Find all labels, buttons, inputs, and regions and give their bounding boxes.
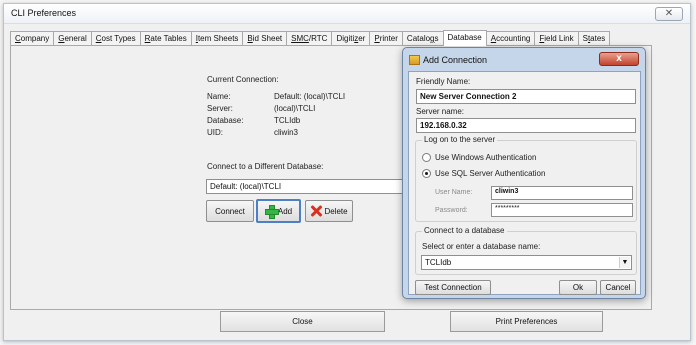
plus-icon (264, 205, 279, 219)
tab-label-part: Digiti (336, 34, 355, 43)
tab-bid-sheet[interactable]: Bid Sheet (242, 31, 288, 45)
server-label: Server: (207, 104, 233, 113)
close-icon: ✕ (664, 8, 674, 19)
windows-auth-label: Use Windows Authentication (435, 153, 537, 162)
window-title: CLI Preferences (11, 8, 77, 18)
window-close-button[interactable]: ✕ (655, 7, 683, 21)
title-bar: CLI Preferences ✕ (4, 4, 690, 24)
tab-strip: Company General Cost Types Rate Tables Item … (10, 30, 611, 46)
database-value: TCLIdb (274, 116, 301, 125)
uid-label: UID: (207, 128, 223, 137)
tab-label-part: eneral (64, 34, 87, 43)
database-group-title: Connect to a database (422, 226, 507, 235)
tab-item-sheets[interactable]: Item Sheets (190, 31, 244, 45)
close-button[interactable]: Close (220, 311, 385, 332)
db-select[interactable]: TCLIdb ▼ (421, 255, 632, 270)
tab-label-part: tem Sheets (197, 34, 239, 43)
delete-label: Delete (324, 206, 348, 216)
ok-label: Ok (572, 283, 584, 292)
connect-different-label: Connect to a Different Database: (207, 162, 324, 171)
tab-database[interactable]: Database (442, 30, 487, 46)
dialog-body: Friendly Name: New Server Connection 2 S… (408, 71, 641, 295)
tab-smc-rtc[interactable]: SMC/RTC (286, 31, 333, 45)
tab-company[interactable]: Company (10, 31, 55, 45)
tab-label-part: ate Tables (150, 34, 187, 43)
password-label: Password: (435, 207, 468, 214)
print-preferences-label: Print Preferences (495, 317, 558, 326)
tab-mnemonic: SMC (291, 34, 309, 43)
print-preferences-button[interactable]: Print Preferences (450, 311, 603, 332)
cancel-button[interactable]: Cancel (600, 280, 636, 295)
connect-button[interactable]: Connect (206, 200, 254, 222)
tab-label-part: ccounting (496, 34, 531, 43)
server-value: (local)\TCLI (274, 104, 316, 113)
ok-button[interactable]: Ok (559, 280, 597, 295)
add-button[interactable]: Add (256, 199, 301, 223)
tab-states[interactable]: States (577, 31, 611, 45)
tab-label-part: er (358, 34, 366, 43)
close-icon: x (616, 53, 622, 64)
tab-cost-types[interactable]: Cost Types (90, 31, 141, 45)
dialog-title: Add Connection (423, 55, 488, 65)
server-name-label: Server name: (416, 107, 465, 116)
tab-label-part: s (434, 34, 439, 43)
tab-label-part: ost Types (101, 34, 136, 43)
tab-label-part: id Sheet (252, 34, 283, 43)
dialog-close-button[interactable]: x (599, 52, 639, 66)
password-input[interactable]: ********* (491, 203, 633, 217)
connection-select[interactable]: Default: (local)\TCLI (206, 179, 406, 194)
tab-label-part: rinter (379, 34, 398, 43)
close-label: Close (292, 317, 313, 326)
current-connection-heading: Current Connection: (207, 75, 279, 84)
delete-icon (310, 205, 322, 217)
chevron-down-icon: ▼ (619, 257, 630, 268)
tab-label-part: Catalo (406, 34, 431, 43)
test-connection-label: Test Connection (424, 283, 482, 292)
friendly-name-label: Friendly Name: (416, 77, 471, 86)
uid-value: cliwin3 (274, 128, 299, 137)
tab-printer[interactable]: Printer (369, 31, 403, 45)
name-value: Default: (local)\TCLI (274, 92, 346, 101)
tab-label-part: /RTC (308, 34, 328, 43)
add-connection-dialog: Add Connection x Friendly Name: New Serv… (402, 47, 646, 299)
tab-field-link[interactable]: Field Link (534, 31, 579, 45)
tab-digitizer[interactable]: Digitizer (331, 31, 371, 45)
tab-label: Database (447, 33, 482, 42)
name-label: Name: (207, 92, 231, 101)
sql-auth-radio[interactable] (422, 169, 431, 178)
add-label: Add (277, 206, 293, 216)
logon-group: Log on to the server Use Windows Authent… (415, 135, 637, 222)
sql-auth-label: Use SQL Server Authentication (435, 169, 546, 178)
test-connection-button[interactable]: Test Connection (415, 280, 491, 295)
tab-general[interactable]: General (53, 31, 92, 45)
db-select-label: Select or enter a database name: (422, 242, 541, 251)
tab-label-part: ompany (20, 34, 50, 43)
user-name-label: User Name: (435, 189, 473, 196)
cancel-label: Cancel (605, 283, 631, 292)
database-icon (409, 55, 420, 65)
tab-label-part: ield Link (544, 34, 574, 43)
database-label: Database: (207, 116, 244, 125)
friendly-name-input[interactable]: New Server Connection 2 (416, 89, 636, 104)
logon-group-title: Log on to the server (422, 135, 498, 144)
tab-accounting[interactable]: Accounting (485, 31, 536, 45)
tab-label-part: ates (590, 34, 606, 43)
server-name-input[interactable]: 192.168.0.32 (416, 118, 636, 133)
delete-button[interactable]: Delete (305, 200, 353, 222)
tab-catalogs[interactable]: Catalogs (401, 31, 444, 45)
db-select-value: TCLIdb (425, 258, 452, 267)
connect-label: Connect (215, 206, 245, 216)
database-group: Connect to a database Select or enter a … (415, 226, 637, 275)
tab-rate-tables[interactable]: Rate Tables (139, 31, 192, 45)
user-name-input[interactable]: cliwin3 (491, 186, 633, 200)
windows-auth-radio[interactable] (422, 153, 431, 162)
